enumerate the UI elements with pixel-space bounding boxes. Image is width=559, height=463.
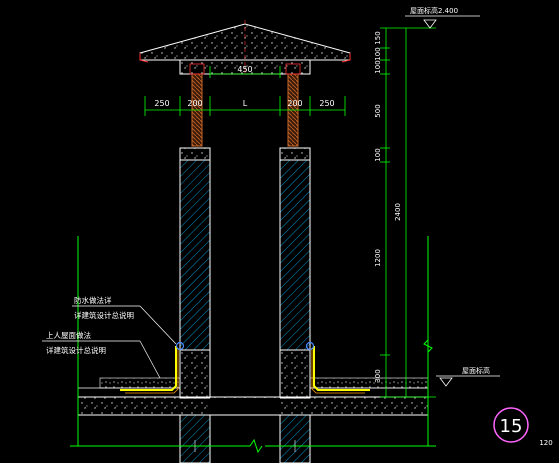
dim-plan-right: 250 bbox=[319, 99, 334, 108]
upper-roof-note-1: 上人屋面做法 bbox=[46, 330, 91, 340]
dim-v-100c: 100 bbox=[374, 148, 382, 161]
dim-plan-span: L bbox=[243, 99, 248, 108]
dim-v-100b: 100 bbox=[374, 60, 382, 73]
dim-v-1200: 1200 bbox=[374, 249, 382, 267]
elevation-roof: 屋面标高 bbox=[436, 366, 500, 387]
dim-plan-mid-left: 200 bbox=[187, 99, 202, 108]
dim-v-150: 150 bbox=[374, 31, 382, 44]
detail-bubble: 15 120 bbox=[493, 407, 553, 447]
waterproof-note-1: 防水做法详 bbox=[74, 295, 112, 305]
dim-v-300: 300 bbox=[374, 369, 382, 382]
dim-top-width: 450 bbox=[237, 65, 252, 74]
dim-v-500: 500 bbox=[374, 104, 382, 117]
dim-v-total: 2400 bbox=[394, 203, 402, 221]
dim-plan-row: 250 200 L 200 250 bbox=[144, 96, 346, 116]
detail-drawing: 450 250 200 L 200 250 150 100 100 500 10… bbox=[42, 6, 553, 463]
waterproof-note-2: 详建筑设计总说明 bbox=[74, 310, 134, 320]
sheet-number: 120 bbox=[539, 439, 552, 447]
dim-v-100a: 100 bbox=[374, 47, 382, 60]
upper-roof-note-2: 详建筑设计总说明 bbox=[46, 345, 106, 355]
roof-surface-label: 屋面标高 bbox=[462, 366, 490, 375]
elevation-top: 屋面标高2.400 bbox=[405, 6, 480, 29]
shaft-walls bbox=[179, 147, 311, 463]
dim-plan-left: 250 bbox=[154, 99, 169, 108]
leader-notes: 防水做法详 详建筑设计总说明 上人屋面做法 详建筑设计总说明 bbox=[42, 295, 177, 379]
roof-elevation-label: 屋面标高2.400 bbox=[410, 6, 458, 15]
grade-lines bbox=[70, 236, 436, 454]
dim-plan-mid-right: 200 bbox=[287, 99, 302, 108]
detail-number: 15 bbox=[500, 416, 523, 437]
